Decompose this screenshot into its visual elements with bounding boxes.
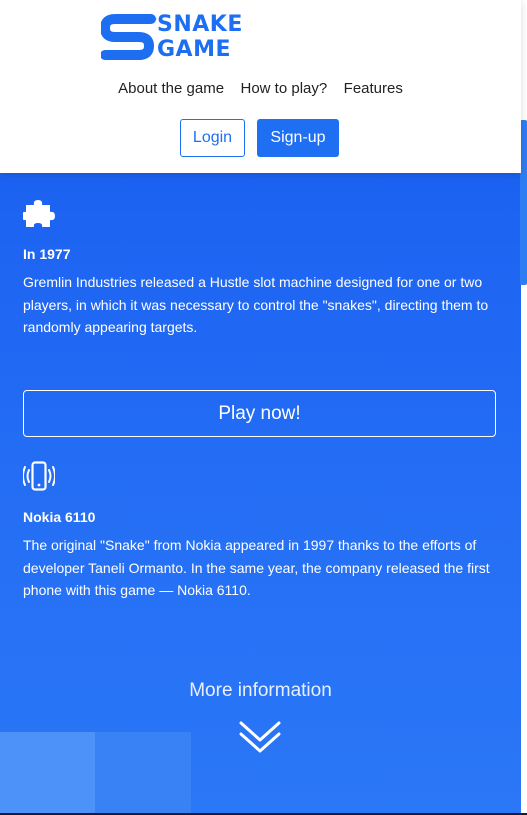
main-nav: About the game How to play? Features	[0, 80, 521, 98]
login-button[interactable]: Login	[180, 119, 245, 157]
scrollbar-thumb[interactable]	[520, 120, 527, 285]
content-section: In 1977 Gremlin Industries released a Hu…	[0, 173, 521, 813]
logo[interactable]: SNAKE GAME	[101, 12, 261, 64]
feature-text: Gremlin Industries released a Hustle slo…	[23, 274, 489, 335]
decorative-tile	[0, 732, 95, 813]
feature-title: In 1977	[23, 246, 71, 262]
feature-title: Nokia 6110	[23, 509, 96, 525]
chevron-down-icon[interactable]	[238, 717, 282, 757]
site-header: SNAKE GAME About the game How to play? F…	[0, 0, 521, 173]
logo-word-snake: SNAKE	[157, 12, 243, 37]
snake-logo-icon	[101, 14, 157, 60]
logo-word-game: GAME	[157, 37, 232, 62]
feature-text: The original "Snake" from Nokia appeared…	[23, 537, 490, 598]
nav-about[interactable]: About the game	[118, 80, 224, 97]
puzzle-icon	[23, 200, 55, 227]
nav-features[interactable]: Features	[344, 80, 403, 97]
more-information-link[interactable]: More information	[0, 680, 521, 702]
nav-how-to-play[interactable]: How to play?	[241, 80, 328, 97]
decorative-tile	[95, 732, 191, 813]
auth-buttons: Login Sign-up	[180, 119, 350, 157]
play-now-button[interactable]: Play now!	[23, 390, 496, 437]
vibrating-phone-icon	[23, 461, 55, 491]
signup-button[interactable]: Sign-up	[257, 119, 339, 157]
